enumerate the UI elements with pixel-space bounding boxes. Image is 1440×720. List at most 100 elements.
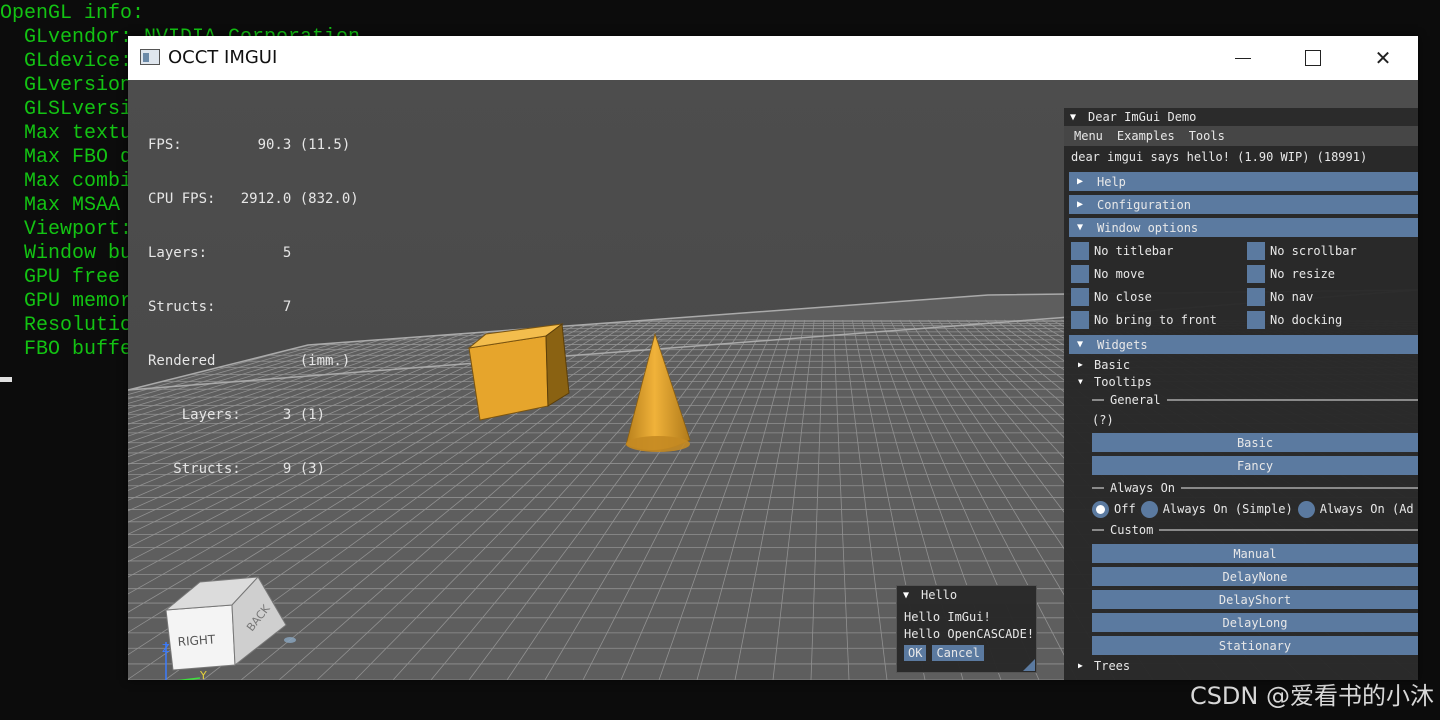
collapse-triangle-icon[interactable]: ▼ <box>1070 112 1080 123</box>
checkbox-box[interactable] <box>1247 265 1265 283</box>
radio-label: Off <box>1114 502 1136 516</box>
console-line: Window bu <box>0 242 133 265</box>
console-line: Max textu <box>0 122 133 145</box>
checkbox-no-close[interactable]: No close <box>1071 288 1247 306</box>
fps-stats-overlay: FPS: 90.3 (11.5) CPU FPS: 2912.0 (832.0)… <box>148 100 359 514</box>
ok-button[interactable]: OK <box>904 645 927 661</box>
help-marker[interactable]: (?) <box>1064 410 1418 429</box>
menu-item-examples[interactable]: Examples <box>1117 129 1175 143</box>
header-configuration[interactable]: ▶ Configuration <box>1069 195 1418 214</box>
hello-window[interactable]: ▼ Hello Hello ImGui! Hello OpenCASCADE! … <box>896 585 1037 673</box>
app-icon <box>140 49 160 65</box>
header-label: Configuration <box>1097 197 1191 212</box>
menu-item-menu[interactable]: Menu <box>1074 129 1103 143</box>
app-window: OCCT IMGUI ✕ RIGHT BACK Z Y FPS: 90.3 (1… <box>128 36 1418 680</box>
radio-always-on-simple[interactable] <box>1140 500 1158 518</box>
watermark: CSDN @爱看书的小沐 <box>1189 682 1434 710</box>
close-icon: ✕ <box>1374 46 1392 70</box>
tree-node-basic[interactable]: ▶ Basic <box>1064 356 1418 373</box>
separator-label: Always On <box>1110 481 1176 495</box>
checkbox-label: No bring to front <box>1094 313 1217 327</box>
tree-label: Trees <box>1094 658 1131 673</box>
header-window-options[interactable]: ▼ Window options <box>1069 218 1418 237</box>
header-label: Help <box>1097 174 1126 189</box>
checkbox-no-docking[interactable]: No docking <box>1247 311 1417 329</box>
collapse-triangle-icon[interactable]: ▼ <box>903 590 913 601</box>
checkbox-box[interactable] <box>1071 288 1089 306</box>
close-button[interactable]: ✕ <box>1348 36 1418 80</box>
radio-always-on-advanced[interactable] <box>1297 500 1315 518</box>
tooltip-delayshort-button[interactable]: DelayShort <box>1092 590 1418 609</box>
tooltip-stationary-button[interactable]: Stationary <box>1092 636 1418 655</box>
tooltip-manual-button[interactable]: Manual <box>1092 544 1418 563</box>
checkbox-label: No nav <box>1270 290 1314 304</box>
hello-text: Hello ImGui! <box>904 610 991 624</box>
collapse-triangle-icon: ▼ <box>1078 377 1083 386</box>
header-help[interactable]: ▶ Help <box>1069 172 1418 191</box>
tooltip-fancy-button[interactable]: Fancy <box>1092 456 1418 475</box>
tree-label: Basic <box>1094 357 1131 372</box>
cancel-button[interactable]: Cancel <box>932 645 984 661</box>
maximize-button[interactable] <box>1278 36 1348 80</box>
window-title: OCCT IMGUI <box>168 47 278 68</box>
tree-node-trees[interactable]: ▶ Trees <box>1064 657 1418 674</box>
checkbox-no-titlebar[interactable]: No titlebar <box>1071 242 1247 260</box>
stats-line: Rendered (imm.) <box>148 353 351 369</box>
checkbox-no-nav[interactable]: No nav <box>1247 288 1417 306</box>
resize-grip-icon[interactable] <box>1023 659 1035 671</box>
tooltip-basic-button[interactable]: Basic <box>1092 433 1418 452</box>
stats-line: Layers: 3 (1) <box>148 407 326 423</box>
checkbox-box[interactable] <box>1247 311 1265 329</box>
checkbox-box[interactable] <box>1071 265 1089 283</box>
console-line: GLversion <box>0 74 133 97</box>
minimize-button[interactable] <box>1208 36 1278 80</box>
axis-y-label: Y <box>199 669 207 680</box>
demo-title-bar[interactable]: ▼ Dear ImGui Demo <box>1064 108 1418 126</box>
imgui-demo-window[interactable]: ▼ Dear ImGui Demo Menu Examples Tools de… <box>1064 108 1418 680</box>
separator-general: General <box>1064 390 1418 410</box>
maximize-icon <box>1305 50 1321 66</box>
checkbox-box[interactable] <box>1071 311 1089 329</box>
tooltip-delaynone-button[interactable]: DelayNone <box>1092 567 1418 586</box>
header-label: Widgets <box>1097 337 1148 352</box>
tree-node-tooltips[interactable]: ▼ Tooltips <box>1064 373 1418 390</box>
collapse-triangle-icon: ▼ <box>1077 222 1084 233</box>
stats-line: Layers: 5 <box>148 245 292 261</box>
console-line: Max FBO d <box>0 146 133 169</box>
separator-label: Custom <box>1110 523 1154 537</box>
checkbox-label: No titlebar <box>1094 244 1174 258</box>
3d-viewport[interactable]: RIGHT BACK Z Y X FPS: 90.3 (11.5) CPU FP… <box>128 80 1418 680</box>
stats-line: FPS: 90.3 (11.5) <box>148 137 351 153</box>
hello-title: Hello <box>921 588 958 602</box>
tooltip-delaylong-button[interactable]: DelayLong <box>1092 613 1418 632</box>
demo-menu-bar: Menu Examples Tools <box>1064 126 1418 146</box>
always-on-radio-group: Off Always On (Simple) Always On (Ad <box>1064 498 1418 520</box>
console-line: Max MSAA <box>0 194 121 217</box>
expand-triangle-icon: ▶ <box>1077 199 1084 210</box>
stats-line: Structs: 7 <box>148 299 292 315</box>
checkbox-label: No resize <box>1270 267 1336 281</box>
checkbox-label: No scrollbar <box>1270 244 1357 258</box>
checkbox-no-bring-to-front[interactable]: No bring to front <box>1071 311 1247 329</box>
checkbox-no-scrollbar[interactable]: No scrollbar <box>1247 242 1417 260</box>
checkbox-box[interactable] <box>1071 242 1089 260</box>
checkbox-box[interactable] <box>1247 242 1265 260</box>
console-line: GPU free <box>0 266 121 289</box>
console-line: Max combi <box>0 170 133 193</box>
title-bar[interactable]: OCCT IMGUI ✕ <box>128 36 1418 80</box>
expand-triangle-icon: ▶ <box>1078 661 1083 670</box>
menu-item-tools[interactable]: Tools <box>1189 129 1225 143</box>
checkbox-box[interactable] <box>1247 288 1265 306</box>
separator-custom: Custom <box>1064 520 1418 540</box>
console-line: FBO buffe <box>0 338 133 361</box>
console-line: GPU memor <box>0 290 133 313</box>
hello-title-bar[interactable]: ▼ Hello <box>897 586 1036 604</box>
checkbox-no-resize[interactable]: No resize <box>1247 265 1417 283</box>
radio-off[interactable] <box>1092 500 1109 518</box>
separator-label: General <box>1110 393 1161 407</box>
header-widgets[interactable]: ▼ Widgets <box>1069 335 1418 354</box>
console-line: Resolutio <box>0 314 133 337</box>
checkbox-no-move[interactable]: No move <box>1071 265 1247 283</box>
window-options-checkboxes: No titlebar No scrollbar No move No resi… <box>1064 237 1418 331</box>
console-cursor <box>0 377 12 382</box>
